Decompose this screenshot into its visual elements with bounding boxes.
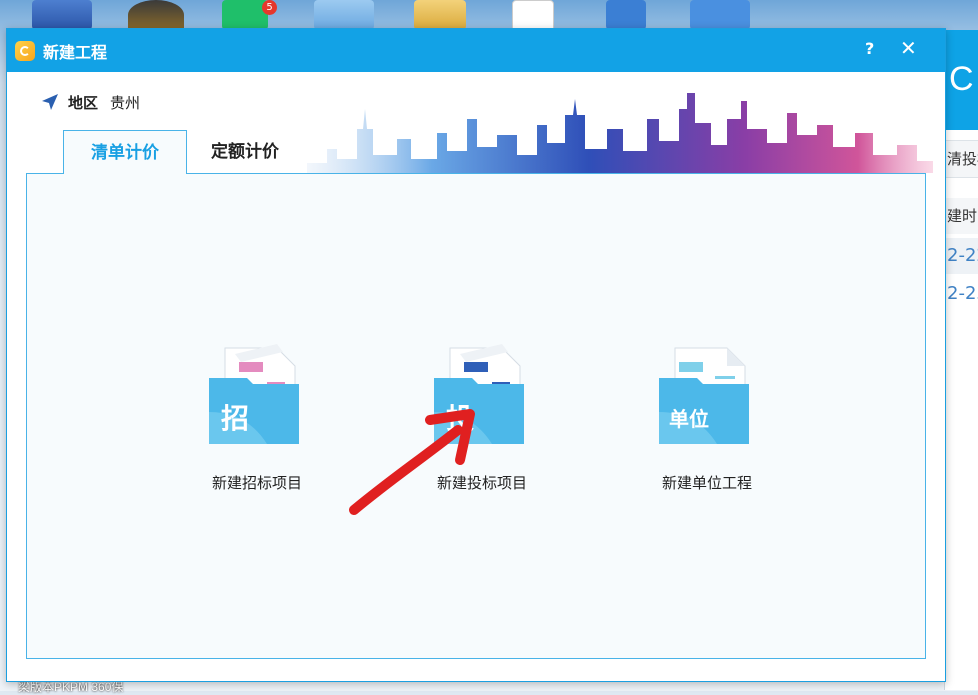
bid-folder-text: 投 — [446, 402, 474, 435]
tab-quota-pricing[interactable]: 定额计价 — [193, 130, 297, 174]
background-app-window[interactable]: C 清投标 建时间 2-22 2-25 — [944, 30, 978, 690]
folder-desktop-icon[interactable] — [414, 0, 466, 30]
grid-desktop-icon[interactable] — [606, 0, 646, 30]
new-tender-project-label: 新建招标项目 — [211, 474, 302, 492]
location-arrow-icon — [42, 94, 58, 110]
unit-folder-text: 单位 — [669, 407, 709, 431]
help-button[interactable]: ? — [865, 39, 874, 58]
background-app-title: C — [949, 60, 974, 98]
dialog-title: 新建工程 — [43, 43, 108, 62]
new-bid-project-label: 新建投标项目 — [436, 474, 527, 492]
new-unit-project-card[interactable]: 单位 新建单位工程 — [637, 342, 777, 502]
new-tender-project-card[interactable]: 招 新建招标项目 — [187, 342, 327, 502]
table-row[interactable]: 2-22 — [945, 238, 978, 274]
new-bid-project-card[interactable]: 投 新建投标项目 — [412, 342, 552, 502]
dialog-titlebar[interactable]: 新建工程 ? ✕ — [7, 29, 945, 72]
t-app-desktop-icon[interactable] — [690, 0, 750, 30]
360-desktop-icon[interactable] — [314, 0, 374, 30]
city-skyline-banner — [307, 93, 933, 173]
new-unit-project-label: 新建单位工程 — [661, 474, 752, 492]
sdog-desktop-icon[interactable] — [32, 0, 92, 30]
unit-folder-icon: 单位 — [659, 347, 749, 444]
table-row[interactable]: 2-25 — [945, 276, 978, 312]
bid-folder-icon: 投 — [434, 344, 524, 444]
notification-badge: 5 — [262, 0, 277, 15]
project-type-panel: 招 新建招标项目 投 新建投标项目 单位 新建单位工程 — [26, 173, 926, 659]
tender-folder-icon: 招 — [209, 344, 299, 444]
tab-bill-pricing[interactable]: 清单计价 — [63, 130, 187, 174]
region-label: 地区 — [68, 94, 99, 112]
new-project-dialog: 新建工程 ? ✕ 地区 贵州 清单计价 定额计价 招 新建招标项目 投 新建投标… — [6, 28, 946, 682]
app-logo-icon — [15, 41, 35, 61]
region-value[interactable]: 贵州 — [110, 92, 140, 113]
chat-desktop-icon[interactable] — [222, 0, 268, 30]
app-desktop-icon[interactable] — [128, 0, 184, 30]
background-app-tab[interactable]: 清投标 — [945, 140, 978, 178]
background-app-column-header: 建时间 — [945, 198, 978, 234]
close-button[interactable]: ✕ — [900, 36, 917, 60]
tender-folder-text: 招 — [221, 402, 249, 435]
background-app-header: C — [945, 30, 978, 130]
